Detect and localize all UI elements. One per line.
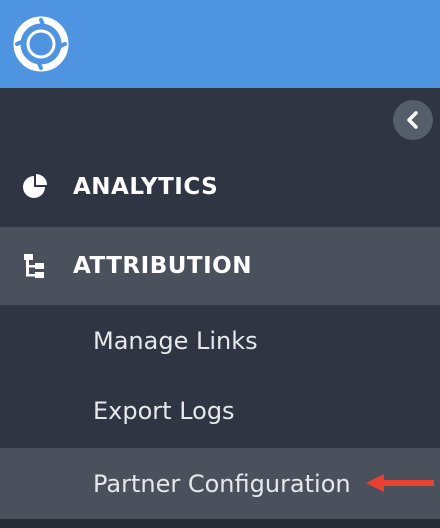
hierarchy-icon: [20, 252, 48, 280]
sidebar-subitem-label: Partner Configuration: [93, 469, 351, 498]
sidebar: ANALYTICS ATTRIBUTION Manage Links Expor…: [0, 88, 440, 528]
sidebar-subitem-label: Manage Links: [93, 327, 258, 355]
app-header: [0, 0, 440, 88]
sidebar-subitem-label: Export Logs: [93, 397, 235, 425]
sidebar-bottom-divider: [0, 519, 440, 528]
sidebar-item-analytics[interactable]: ANALYTICS: [0, 148, 440, 226]
chevron-left-icon: [407, 111, 418, 129]
sidebar-item-label: ATTRIBUTION: [73, 253, 252, 279]
collapse-sidebar-button[interactable]: [393, 100, 433, 140]
red-arrow-icon: [366, 474, 434, 492]
aperture-logo-icon[interactable]: [13, 16, 69, 72]
sidebar-item-attribution[interactable]: ATTRIBUTION: [0, 227, 440, 305]
sidebar-subitem-export-logs[interactable]: Export Logs: [0, 376, 440, 446]
sidebar-item-label: ANALYTICS: [73, 174, 219, 200]
pie-chart-icon: [20, 173, 48, 201]
sidebar-subitem-partner-configuration[interactable]: Partner Configuration: [0, 448, 440, 519]
sidebar-subitem-manage-links[interactable]: Manage Links: [0, 306, 440, 376]
